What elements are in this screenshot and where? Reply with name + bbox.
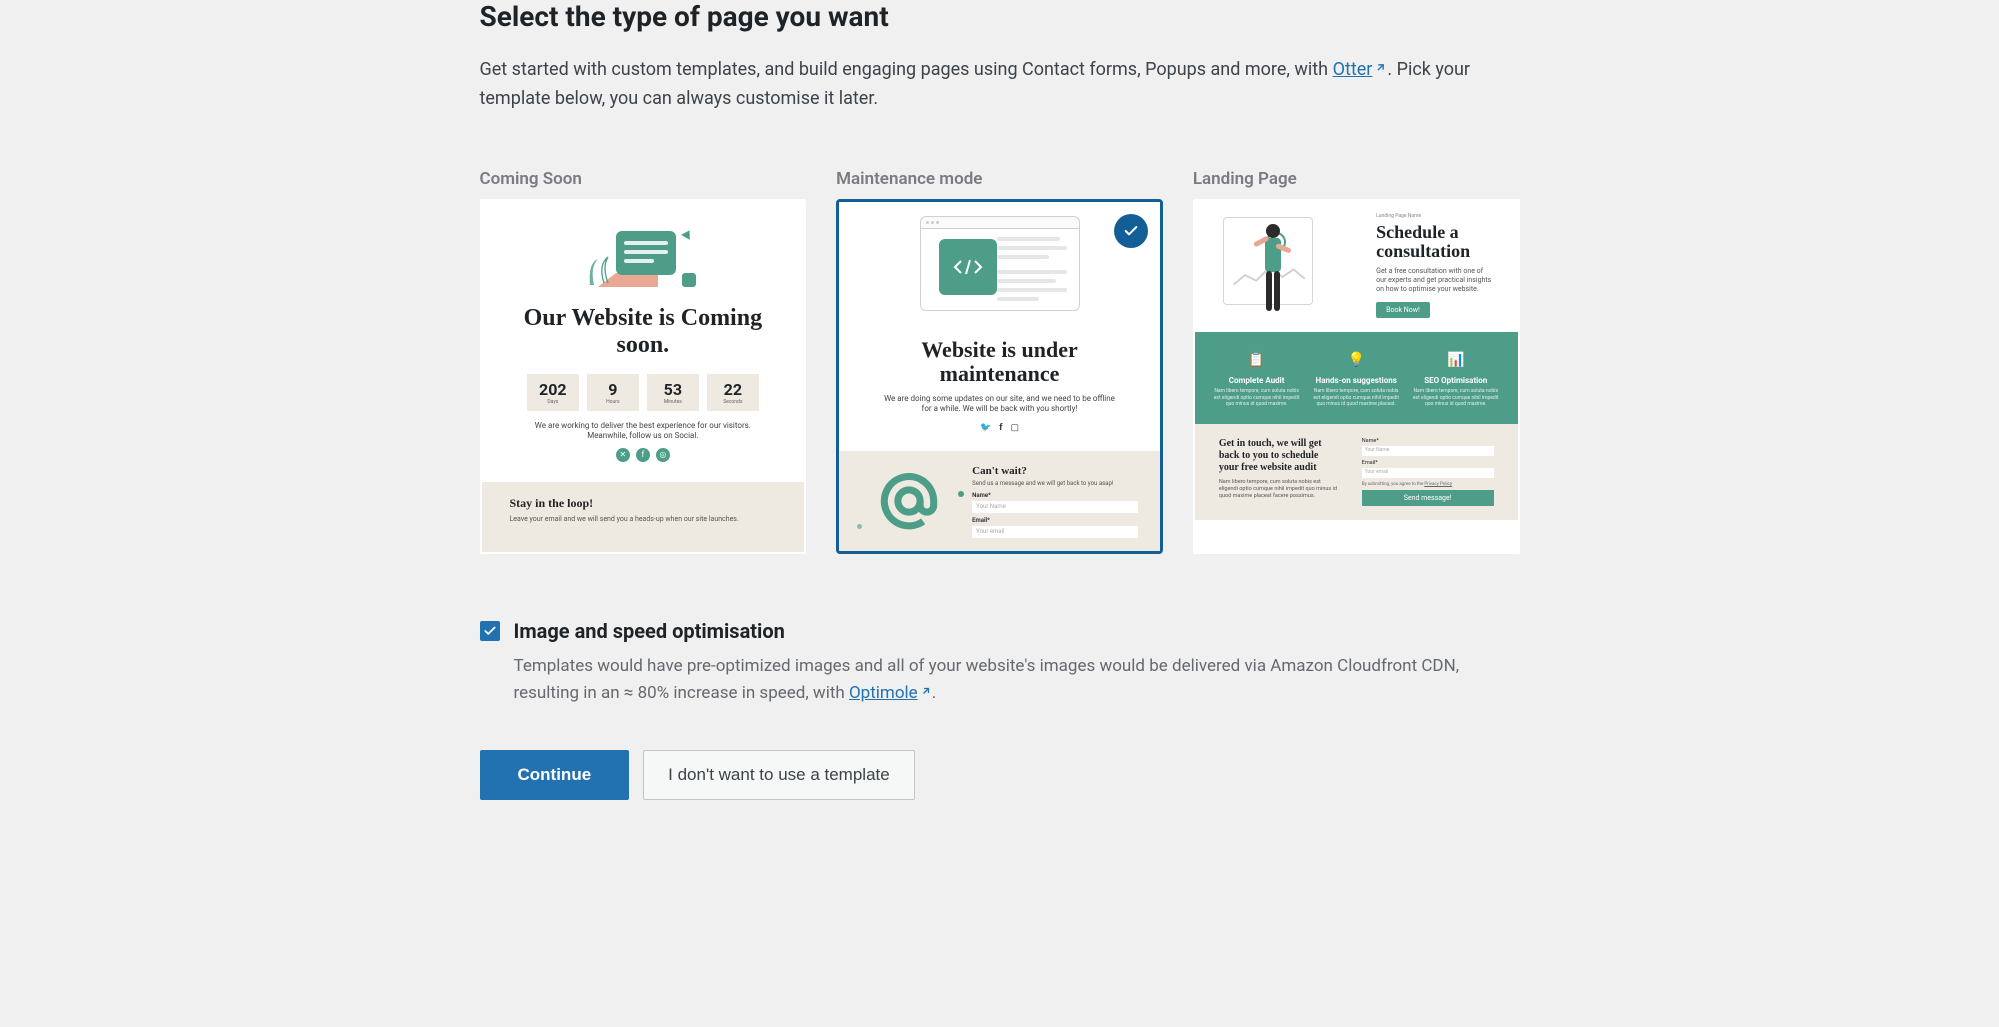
- loop-title: Stay in the loop!: [510, 496, 777, 511]
- template-label: Maintenance mode: [836, 169, 1163, 189]
- maintenance-sub: We are doing some updates on our site, a…: [861, 394, 1138, 415]
- at-icon: [861, 465, 956, 537]
- twitter-icon: 🐦: [980, 423, 991, 433]
- cant-wait-title: Can't wait?: [972, 465, 1138, 477]
- facebook-icon: f: [636, 448, 650, 462]
- template-maintenance: Maintenance mode: [836, 169, 1163, 554]
- optimisation-desc: Templates would have pre-optimized image…: [514, 653, 1514, 707]
- page-title: Select the type of page you want: [480, 0, 1520, 33]
- countdown: 202Days 9Hours 53Minutes 22Seconds: [502, 374, 785, 411]
- seo-icon: 📊: [1444, 348, 1468, 372]
- instagram-icon: ◎: [656, 448, 670, 462]
- cant-wait-sub: Send us a message and we will get back t…: [972, 480, 1138, 487]
- template-label: Coming Soon: [480, 169, 807, 189]
- external-link-icon: [920, 679, 932, 705]
- optimisation-section: Image and speed optimisation Templates w…: [480, 619, 1520, 707]
- optimole-link[interactable]: Optimole: [849, 683, 932, 703]
- send-message-button: Send message!: [1362, 490, 1494, 506]
- template-card-landing[interactable]: Landing Page Name Schedule a consultatio…: [1193, 199, 1520, 554]
- optimisation-checkbox[interactable]: [480, 621, 500, 641]
- bulb-icon: 💡: [1344, 348, 1368, 372]
- template-landing: Landing Page: [1193, 169, 1520, 554]
- instagram-icon: ▢: [1010, 423, 1019, 433]
- maintenance-illustration: [861, 216, 1138, 326]
- contact-heading: Get in touch, we will get back to you to…: [1219, 438, 1340, 474]
- optimisation-title: Image and speed optimisation: [514, 619, 1514, 643]
- facebook-icon: f: [999, 423, 1002, 433]
- template-card-maintenance[interactable]: Website is under maintenance We are doin…: [836, 199, 1163, 554]
- coming-soon-illustration: [502, 215, 785, 295]
- template-card-coming-soon[interactable]: Our Website is Coming soon. 202Days 9Hou…: [480, 199, 807, 554]
- maintenance-title: Website is under maintenance: [861, 338, 1138, 386]
- skip-template-button[interactable]: I don't want to use a template: [643, 750, 915, 800]
- intro-part1: Get started with custom templates, and b…: [480, 59, 1333, 80]
- landing-sub: Get a free consultation with one of our …: [1376, 267, 1493, 294]
- action-buttons: Continue I don't want to use a template: [480, 750, 1520, 800]
- template-label: Landing Page: [1193, 169, 1520, 189]
- twitter-icon: ✕: [616, 448, 630, 462]
- social-icons: ✕ f ◎: [502, 448, 785, 462]
- external-link-icon: [1374, 55, 1387, 84]
- audit-icon: 📋: [1245, 348, 1269, 372]
- selected-check-icon: [1114, 214, 1148, 248]
- landing-heading: Schedule a consultation: [1376, 223, 1493, 263]
- intro-text: Get started with custom templates, and b…: [480, 55, 1520, 114]
- loop-subtitle: Leave your email and we will send you a …: [510, 515, 777, 523]
- otter-link[interactable]: Otter: [1333, 59, 1388, 80]
- template-grid: Coming Soon: [480, 169, 1520, 554]
- book-now-button: Book Now!: [1376, 302, 1430, 318]
- template-coming-soon: Coming Soon: [480, 169, 807, 554]
- contact-sub: Nam libero tempore, cum soluta nobis est…: [1219, 479, 1340, 500]
- continue-button[interactable]: Continue: [480, 750, 630, 800]
- coming-soon-title: Our Website is Coming soon.: [502, 305, 785, 360]
- landing-illustration: [1219, 213, 1356, 313]
- coming-soon-text: We are working to deliver the best exper…: [502, 421, 785, 442]
